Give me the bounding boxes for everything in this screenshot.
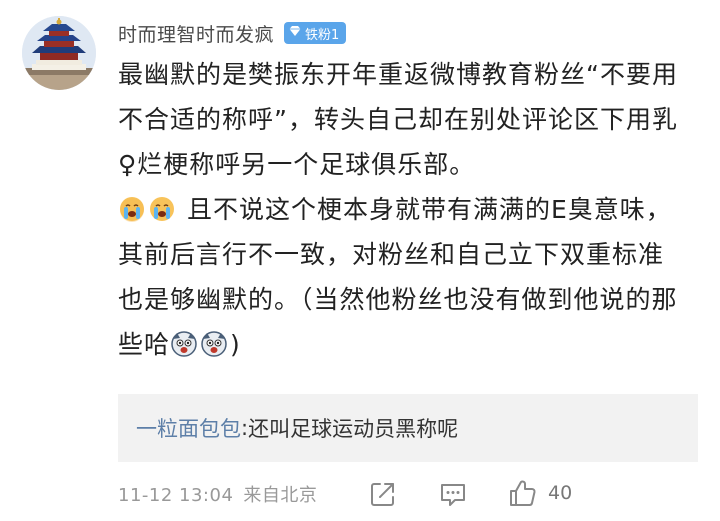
share-icon[interactable]	[368, 479, 398, 509]
temple-of-heaven-avatar-image	[22, 16, 96, 90]
fan-badge[interactable]: 铁粉1	[284, 22, 347, 44]
username[interactable]: 时而理智时而发疯	[118, 20, 274, 47]
comment-header: 时而理智时而发疯 铁粉1	[118, 18, 347, 48]
crying-face-emoji-icon	[148, 192, 176, 221]
comment-paragraph-2: 且不说这个梗本身就带有满满的E臭意味，其前后言行不一致，对粉丝和自己立下双重标准…	[118, 187, 688, 367]
dog-face-emoji-icon	[200, 327, 228, 357]
comment-footer: 11-12 13:04 来自北京 40	[118, 478, 698, 510]
comment-icon[interactable]	[438, 479, 468, 509]
like-button[interactable]: 40	[508, 478, 572, 508]
reply-author[interactable]: 一粒面包包	[136, 413, 241, 443]
diamond-icon	[289, 25, 301, 41]
badge-label: 铁粉1	[305, 27, 340, 43]
dog-face-emoji-icon	[170, 327, 198, 357]
reply-separator: :	[241, 416, 249, 440]
comment-body: 最幽默的是樊振东开年重返微博教育粉丝“不要用不合适的称呼”，转头自己却在别处评论…	[118, 52, 688, 367]
comment-meta: 11-12 13:04 来自北京	[118, 481, 317, 507]
location-source: 来自北京	[243, 485, 318, 506]
timestamp: 11-12 13:04	[118, 485, 234, 506]
reply-text: 还叫足球运动员黑称呢	[248, 417, 459, 441]
reply-preview[interactable]: 一粒面包包 : 还叫足球运动员黑称呢	[118, 394, 698, 462]
thumbs-up-icon	[508, 478, 538, 508]
like-count: 40	[548, 482, 573, 504]
comment-paragraph-2-end: )	[230, 330, 241, 359]
crying-face-emoji-icon	[118, 192, 146, 222]
comment-paragraph-1: 最幽默的是樊振东开年重返微博教育粉丝“不要用不合适的称呼”，转头自己却在别处评论…	[118, 60, 678, 179]
comment-card: 时而理智时而发疯 铁粉1 最幽默的是樊振东开年重返微博教育粉丝“不要用不合适的称…	[0, 0, 720, 521]
avatar[interactable]	[22, 16, 96, 90]
